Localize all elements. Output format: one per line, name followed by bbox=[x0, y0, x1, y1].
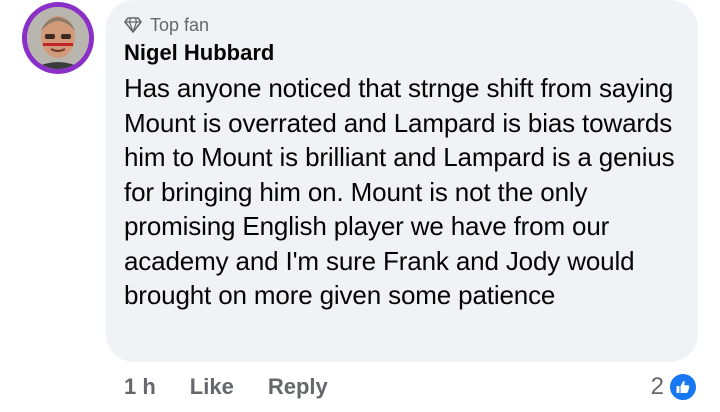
reaction-summary[interactable]: 2 bbox=[651, 372, 698, 402]
author-name[interactable]: Nigel Hubbard bbox=[124, 39, 678, 67]
top-fan-badge: Top fan bbox=[124, 14, 678, 36]
reaction-count: 2 bbox=[650, 373, 664, 400]
comment-page: Top fan Nigel Hubbard Has anyone noticed… bbox=[0, 0, 720, 412]
like-button[interactable]: Like bbox=[190, 374, 234, 400]
badge-label: Top fan bbox=[150, 15, 210, 35]
comment-bubble: Top fan Nigel Hubbard Has anyone noticed… bbox=[106, 0, 698, 362]
timestamp[interactable]: 1 h bbox=[124, 374, 156, 400]
reply-button[interactable]: Reply bbox=[268, 374, 328, 400]
comment-text: Has anyone noticed that strnge shift fro… bbox=[124, 73, 675, 310]
thumbs-up-icon bbox=[668, 372, 698, 402]
diamond-icon bbox=[124, 17, 142, 33]
avatar[interactable] bbox=[22, 2, 94, 74]
comment-actions: 1 h Like Reply bbox=[124, 372, 328, 402]
avatar-photo bbox=[27, 7, 89, 69]
